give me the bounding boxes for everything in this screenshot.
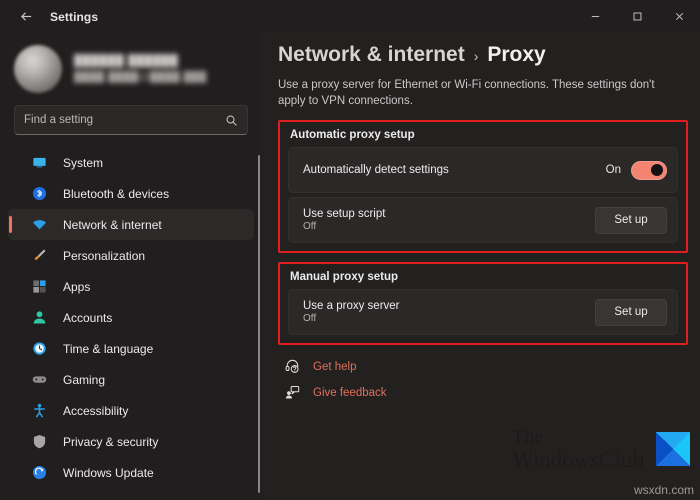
manual-proxy-section-title: Manual proxy setup [290,271,398,283]
setup-script-set-up-button[interactable]: Set up [595,206,667,234]
close-icon [675,12,683,21]
watermark: The WindowsClub [512,425,690,472]
row-subtitle: Off [303,221,317,232]
watermark-text: The WindowsClub [512,425,644,472]
use-proxy-server-control: Set up [595,298,667,326]
minimize-icon [591,16,599,17]
toggle-knob [651,164,663,176]
main-content: Network & internet › Proxy Use a proxy s… [262,33,700,500]
maximize-icon [633,12,641,21]
window-controls [574,0,700,33]
watermark-line-2: WindowsClub [512,446,644,472]
sidebar-nav: System Bluetooth & devices Network & int… [0,147,262,488]
maximize-button[interactable] [616,0,658,33]
accessibility-icon [30,402,48,420]
shield-icon [30,433,48,451]
update-refresh-icon [30,464,48,482]
sidebar-item-privacy-security[interactable]: Privacy & security [8,426,254,457]
sidebar-item-network-internet[interactable]: Network & internet [8,209,254,240]
apps-grid-icon [30,278,48,296]
settings-window: Settings ██████ ██████ ████ ████@████.██… [0,0,700,500]
use-proxy-server-text: Use a proxy server Off [303,300,400,324]
sidebar-item-windows-update[interactable]: Windows Update [8,457,254,488]
manual-proxy-annotation-box: Manual proxy setup Use a proxy server Of… [278,262,688,345]
automatic-proxy-section-title: Automatic proxy setup [290,129,415,141]
app-title: Settings [50,9,99,24]
paintbrush-icon [30,247,48,265]
row-title: Use setup script [303,208,386,220]
avatar [14,44,62,93]
watermark-line-1: The [512,425,544,448]
account-header[interactable]: ██████ ██████ ████ ████@████.███ [0,33,262,95]
breadcrumb-separator-icon: › [473,48,479,64]
help-headset-icon [284,358,301,375]
use-proxy-server-row[interactable]: Use a proxy server Off Set up [288,289,678,335]
row-title: Use a proxy server [303,300,400,312]
auto-detect-settings-control: On [605,160,667,180]
account-name: ██████ ██████ [74,54,179,67]
sidebar-item-label: Apps [63,279,91,294]
auto-detect-settings-toggle[interactable] [631,160,667,180]
close-button[interactable] [658,0,700,33]
sidebar-item-label: Gaming [63,372,106,387]
automatic-proxy-annotation-box: Automatic proxy setup Automatically dete… [278,120,688,253]
sidebar-item-time-language[interactable]: Time & language [8,333,254,364]
use-setup-script-control: Set up [595,206,667,234]
row-subtitle: Off [303,313,317,324]
sidebar-item-label: Accounts [63,310,113,325]
sidebar-item-label: Privacy & security [63,434,159,449]
wifi-icon [30,216,48,234]
windows-diamond-logo-icon [656,432,690,467]
sidebar-item-label: Windows Update [63,465,154,480]
get-help-link[interactable]: Get help [284,358,688,375]
sidebar-item-bluetooth-devices[interactable]: Bluetooth & devices [8,178,254,209]
sidebar-item-accessibility[interactable]: Accessibility [8,395,254,426]
bluetooth-icon [30,185,48,203]
sidebar: ██████ ██████ ████ ████@████.███ System [0,33,262,500]
help-links: Get help Give feedback [278,358,688,401]
sidebar-item-label: Personalization [63,248,146,263]
get-help-label: Get help [313,360,357,373]
breadcrumb: Network & internet › Proxy [278,33,688,67]
use-setup-script-text: Use setup script Off [303,208,385,232]
minimize-button[interactable] [574,0,616,33]
use-setup-script-row[interactable]: Use setup script Off Set up [288,197,678,243]
back-button[interactable] [8,2,44,32]
sidebar-item-label: Accessibility [63,403,129,418]
proxy-server-set-up-button[interactable]: Set up [595,298,667,326]
account-text: ██████ ██████ ████ ████@████.███ [74,55,207,83]
gamepad-icon [30,371,48,389]
sidebar-item-apps[interactable]: Apps [8,271,254,302]
monitor-icon [30,154,48,172]
row-title: Automatically detect settings [303,164,449,176]
clock-icon [30,340,48,358]
sidebar-item-label: System [63,155,104,170]
toggle-state-label: On [605,164,621,176]
sidebar-item-label: Network & internet [63,217,162,232]
give-feedback-link[interactable]: Give feedback [284,384,688,401]
sidebar-item-label: Time & language [63,341,154,356]
page-title: Proxy [487,43,546,66]
breadcrumb-parent[interactable]: Network & internet [278,43,465,67]
auto-detect-settings-text: Automatically detect settings [303,164,449,176]
auto-detect-settings-row[interactable]: Automatically detect settings On [288,147,678,193]
sidebar-item-accounts[interactable]: Accounts [8,302,254,333]
account-email: ████ ████@████.███ [74,71,207,83]
search-icon[interactable] [225,114,238,127]
sidebar-item-system[interactable]: System [8,147,254,178]
search-input[interactable] [24,114,225,126]
sidebar-item-label: Bluetooth & devices [63,186,170,201]
sidebar-scrollbar[interactable] [258,155,260,493]
sidebar-item-gaming[interactable]: Gaming [8,364,254,395]
search-box[interactable] [14,105,248,135]
person-icon [30,309,48,327]
page-description: Use a proxy server for Ethernet or Wi-Fi… [278,79,655,107]
title-bar: Settings [0,0,700,33]
give-feedback-label: Give feedback [313,386,387,399]
watermark-site-label: wsxdn.com [633,483,694,497]
back-arrow-icon [20,12,31,21]
feedback-person-icon [284,384,301,401]
sidebar-item-personalization[interactable]: Personalization [8,240,254,271]
